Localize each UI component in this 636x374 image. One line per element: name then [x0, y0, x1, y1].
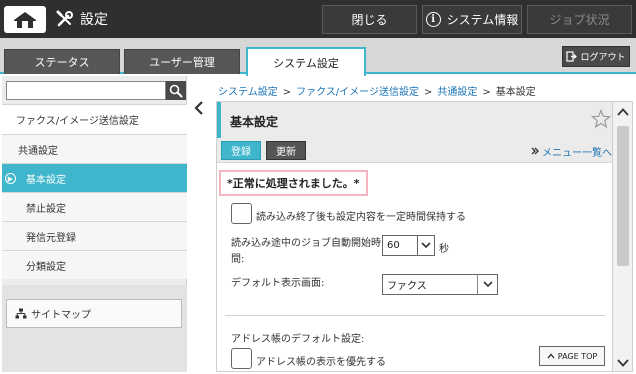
home-icon	[14, 11, 36, 28]
tab-user-management-label: ユーザー管理	[149, 56, 215, 69]
close-button[interactable]: 閉じる	[322, 5, 417, 34]
sitemap-label: サイトマップ	[31, 310, 91, 321]
sidebar-item-label: 基本設定	[26, 174, 66, 186]
chevron-down-icon	[617, 359, 629, 367]
tab-user-management[interactable]: ユーザー管理	[124, 49, 240, 74]
sitemap-icon	[15, 308, 27, 319]
section-divider	[225, 315, 605, 316]
current-item-icon: ▶	[5, 173, 16, 184]
scroll-up-button[interactable]	[613, 102, 633, 122]
address-book-priority-label: アドレス帳の表示を優先する	[256, 357, 386, 368]
chevron-up-icon	[547, 353, 555, 359]
sidebar-item-common-settings[interactable]: 共通設定	[2, 134, 187, 163]
breadcrumb-link-system-settings[interactable]: システム設定	[218, 87, 278, 98]
update-button-label: 更新	[276, 147, 296, 158]
sidebar-item-label: 共通設定	[18, 145, 58, 157]
success-message: *正常に処理されました。*	[219, 170, 368, 196]
address-book-default-label: アドレス帳のデフォルト設定:	[231, 334, 365, 345]
default-screen-label: デフォルト表示画面:	[231, 278, 325, 289]
sidebar-search-button[interactable]	[166, 81, 186, 100]
panel-title: 基本設定	[230, 115, 279, 129]
chevron-down-icon	[482, 281, 493, 288]
chevron-down-icon	[421, 242, 431, 249]
keep-settings-label: 読み込み終了後も設定内容を一定時間保持する	[256, 212, 466, 223]
scroll-thumb[interactable]	[617, 126, 629, 266]
logout-icon	[566, 51, 578, 62]
vertical-scrollbar[interactable]	[613, 101, 633, 372]
home-button[interactable]	[4, 6, 46, 33]
sidebar-item-label: ファクス/イメージ送信設定	[16, 116, 139, 127]
sidebar-search-input[interactable]	[6, 81, 166, 100]
sidebar-item-prohibition-settings[interactable]: 禁止設定	[2, 192, 187, 221]
keep-settings-checkbox[interactable]	[231, 203, 252, 224]
auto-start-unit: 秒	[439, 244, 449, 255]
page-top-label: PAGE TOP	[557, 351, 598, 361]
breadcrumb-current: 基本設定	[495, 87, 536, 98]
register-button-label: 登録	[231, 147, 251, 158]
tab-status-label: ステータス	[34, 56, 90, 69]
update-button[interactable]: 更新	[266, 141, 306, 160]
sidebar-menu: ファクス/イメージ送信設定 共通設定 ▶ 基本設定 禁止設定 発信元登録 分類設…	[2, 104, 187, 279]
register-button[interactable]: 登録	[221, 141, 261, 160]
auto-start-value: 60	[387, 240, 400, 251]
sidebar-item-label: 分類設定	[26, 261, 66, 273]
top-bar: 設定 閉じる i システム情報 ジョブ状況	[0, 0, 636, 38]
panel-header: 基本設定	[217, 102, 612, 138]
system-info-button[interactable]: i システム情報	[422, 5, 522, 34]
sidebar-item-label: 発信元登録	[26, 232, 76, 244]
tab-system-settings[interactable]: システム設定	[246, 47, 366, 76]
sidebar-item-basic-settings[interactable]: ▶ 基本設定	[2, 163, 187, 192]
menu-list-icon	[531, 147, 539, 155]
sidebar-item-fax-image-send[interactable]: ファクス/イメージ送信設定	[2, 104, 187, 134]
tab-status[interactable]: ステータス	[4, 49, 120, 74]
wrench-screwdriver-icon	[56, 10, 73, 27]
auto-start-dropdown-button[interactable]	[417, 235, 435, 256]
system-info-label: システム情報	[446, 13, 519, 27]
job-status-button[interactable]: ジョブ状況	[527, 5, 632, 34]
action-bar: 登録 更新 メニュー一覧へ	[217, 138, 612, 163]
search-icon	[169, 84, 183, 97]
page-title: 設定	[80, 12, 108, 28]
auto-start-value-field[interactable]: 60	[382, 235, 418, 256]
chevron-left-icon	[194, 101, 203, 115]
app-title: 設定	[56, 9, 108, 29]
breadcrumb: システム設定 > ファクス/イメージ送信設定 > 共通設定 > 基本設定	[218, 87, 536, 98]
info-icon: i	[425, 12, 441, 27]
sidebar-item-category-settings[interactable]: 分類設定	[2, 250, 187, 279]
tab-system-settings-label: システム設定	[273, 56, 339, 70]
job-status-label: ジョブ状況	[549, 13, 610, 27]
success-message-text: *正常に処理されました。*	[227, 177, 360, 190]
scroll-down-button[interactable]	[613, 353, 633, 373]
sidebar-item-label: 禁止設定	[26, 203, 66, 215]
sidebar-collapse-button[interactable]	[188, 96, 210, 120]
default-screen-value: ファクス	[387, 281, 427, 292]
sitemap-button[interactable]: サイトマップ	[6, 299, 182, 328]
close-button-label: 閉じる	[351, 13, 388, 27]
tab-bar: ステータス ユーザー管理 システム設定 ログアウト	[0, 38, 636, 76]
sidebar-item-sender-registration[interactable]: 発信元登録	[2, 221, 187, 250]
sidebar-footer: サイトマップ	[2, 285, 187, 372]
default-screen-dropdown-button[interactable]	[477, 274, 498, 295]
menu-list-link[interactable]: メニュー一覧へ	[531, 144, 612, 159]
settings-panel: 基本設定 登録 更新 メニュー一覧へ *正常に処理されました。* 読み込み終了後…	[216, 101, 613, 372]
page-top-button[interactable]: PAGE TOP	[539, 346, 605, 366]
chevron-up-icon	[617, 108, 629, 116]
sidebar: ファクス/イメージ送信設定 共通設定 ▶ 基本設定 禁止設定 発信元登録 分類設…	[2, 76, 187, 372]
favorite-star-icon[interactable]	[591, 109, 611, 129]
logout-button[interactable]: ログアウト	[562, 46, 630, 67]
breadcrumb-link-common-settings[interactable]: 共通設定	[437, 87, 477, 98]
address-book-priority-checkbox[interactable]	[231, 348, 252, 369]
breadcrumb-link-fax-image-send[interactable]: ファクス/イメージ送信設定	[296, 87, 419, 98]
menu-list-label: メニュー一覧へ	[542, 148, 612, 159]
logout-label: ログアウト	[580, 53, 626, 63]
auto-start-label: 読み込み途中のジョブ自動開始時間:	[231, 238, 381, 265]
